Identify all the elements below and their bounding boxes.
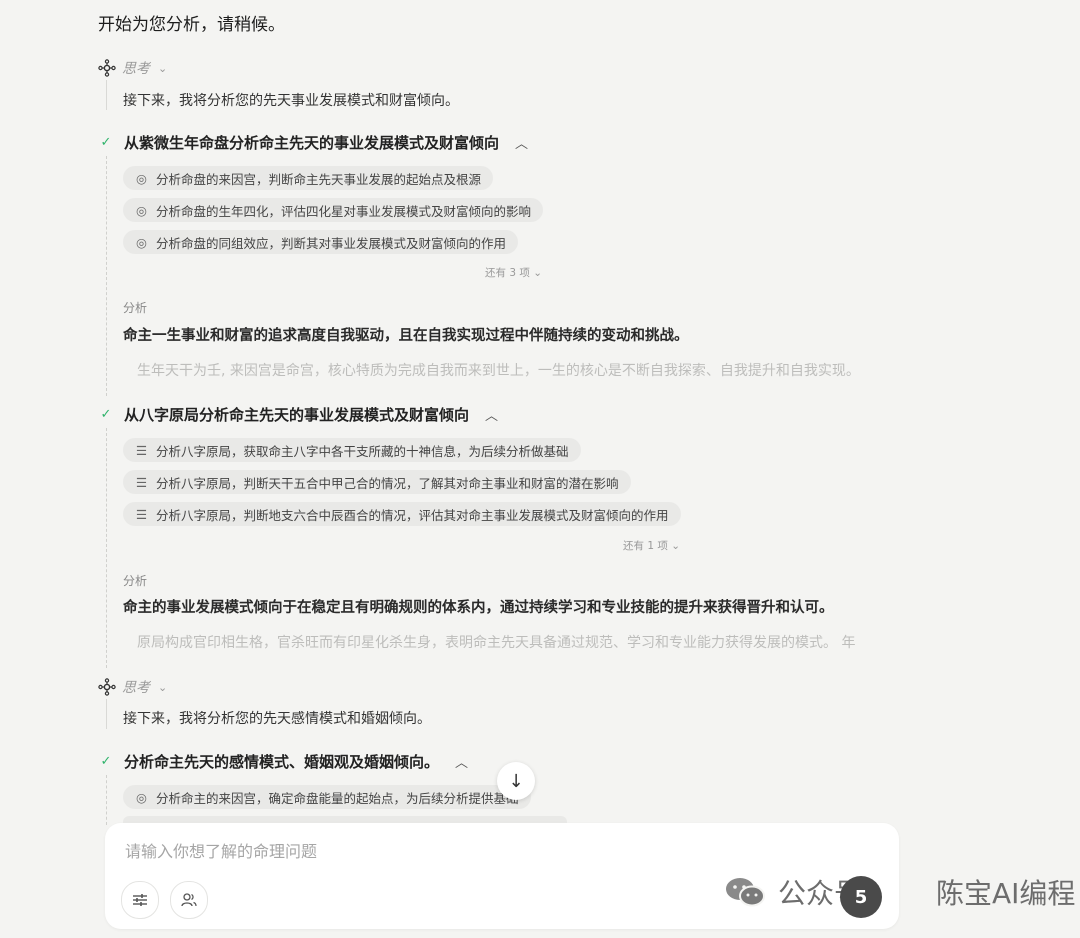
task-label: 分析八字原局，获取命主八字中各干支所藏的十神信息，为后续分析做基础	[156, 443, 569, 459]
settings-button[interactable]	[121, 881, 159, 919]
list-icon: ☰	[135, 442, 148, 458]
show-more-link[interactable]: 还有 3 项 ⌄	[485, 265, 542, 280]
step-title: 从八字原局分析命主先天的事业发展模式及财富倾向	[124, 406, 470, 424]
step-header-2[interactable]: ✓ 从八字原局分析命主先天的事业发展模式及财富倾向 ︿	[98, 404, 498, 425]
branch-node-icon	[98, 678, 116, 696]
list-icon: ☰	[135, 474, 148, 490]
target-icon: ◎	[136, 202, 147, 218]
chevron-down-icon: ⌄	[158, 61, 168, 75]
intro-text: 开始为您分析，请稍候。	[98, 15, 285, 35]
task-label: 分析命主的来因宫，确定命盘能量的起始点，为后续分析提供基础	[156, 790, 519, 806]
divider-line	[106, 775, 107, 825]
check-icon: ✓	[100, 754, 112, 769]
show-more-link[interactable]: 还有 1 项 ⌄	[623, 538, 680, 553]
list-icon: ☰	[135, 506, 148, 522]
step-title: 分析命主先天的感情模式、婚姻观及婚姻倾向。	[124, 753, 440, 771]
task-label: 分析命盘的生年四化，评估四化星对事业发展模式及财富倾向的影响	[156, 203, 532, 219]
think-label: 思考	[122, 680, 150, 696]
task-pill[interactable]: ◎ 分析命盘的生年四化，评估四化星对事业发展模式及财富倾向的影响	[123, 198, 544, 222]
task-pill[interactable]: ☰ 分析八字原局，获取命主八字中各干支所藏的十神信息，为后续分析做基础	[123, 438, 581, 462]
wechat-icon	[726, 878, 765, 907]
analysis-detail: 生年天干为壬, 来因宫是命宫，核心特质为完成自我而来到世上，一生的核心是不断自我…	[137, 363, 860, 379]
watermark-badge: 5	[840, 876, 882, 918]
analysis-label: 分析	[123, 301, 148, 315]
task-pill[interactable]: ☰ 分析八字原局，判断地支六合中辰酉合的情况，评估其对命主事业发展模式及财富倾向…	[123, 502, 681, 526]
chevron-down-icon: ⌄	[158, 680, 168, 694]
chevron-down-icon: ⌄	[671, 540, 681, 552]
people-icon	[181, 893, 197, 907]
arrow-down-icon: ↓	[508, 770, 524, 792]
watermark: 公众号 陈宝AI编程	[724, 872, 1075, 912]
check-icon: ✓	[100, 407, 112, 422]
divider-line	[106, 156, 107, 396]
task-label: 分析命盘的同组效应，判断其对事业发展模式及财富倾向的作用	[156, 235, 507, 251]
divider-line	[106, 699, 107, 729]
task-pill[interactable]: ☰ 分析八字原局，判断天干五合中甲己合的情况，了解其对命主事业和财富的潜在影响	[123, 470, 631, 494]
step-header-1[interactable]: ✓ 从紫微生年命盘分析命主先天的事业发展模式及财富倾向 ︿	[98, 132, 528, 153]
step-title: 从紫微生年命盘分析命主先天的事业发展模式及财富倾向	[124, 134, 500, 152]
target-icon: ◎	[136, 234, 147, 250]
chevron-up-icon: ︿	[455, 756, 469, 771]
show-more-label: 还有 1 项	[623, 540, 668, 552]
analysis-summary: 命主的事业发展模式倾向于在稳定且有明确规则的体系内，通过持续学习和专业技能的提升…	[123, 600, 834, 616]
chevron-down-icon: ⌄	[533, 267, 543, 279]
scroll-down-button[interactable]: ↓	[497, 762, 535, 800]
task-pill[interactable]: ◎ 分析命盘的来因宫，判断命主先天事业发展的起始点及根源	[123, 166, 494, 190]
think-text-1: 接下来，我将分析您的先天事业发展模式和财富倾向。	[123, 93, 459, 109]
think-text-2: 接下来，我将分析您的先天感情模式和婚姻倾向。	[123, 711, 431, 727]
task-pill[interactable]: ◎ 分析命盘的同组效应，判断其对事业发展模式及财富倾向的作用	[123, 230, 519, 254]
task-label: 分析八字原局，判断天干五合中甲己合的情况，了解其对命主事业和财富的潜在影响	[156, 475, 619, 491]
think-toggle-1[interactable]: 思考 ⌄	[98, 58, 167, 78]
check-icon: ✓	[100, 135, 112, 150]
think-toggle-2[interactable]: 思考 ⌄	[98, 677, 167, 697]
branch-node-icon	[98, 59, 116, 77]
sliders-icon	[133, 894, 147, 906]
target-icon: ◎	[136, 170, 147, 186]
chevron-up-icon: ︿	[515, 137, 529, 152]
task-label: 分析八字原局，判断地支六合中辰酉合的情况，评估其对命主事业发展模式及财富倾向的作…	[156, 507, 669, 523]
analysis-label: 分析	[123, 574, 148, 588]
task-pill[interactable]: ◎ 分析命主的来因宫，确定命盘能量的起始点，为后续分析提供基础	[123, 785, 531, 809]
chevron-up-icon: ︿	[485, 409, 499, 424]
analysis-summary: 命主一生事业和财富的追求高度自我驱动，且在自我实现过程中伴随持续的变动和挑战。	[123, 328, 689, 344]
analysis-detail: 原局构成官印相生格，官杀旺而有印星化杀生身，表明命主先天具备通过规范、学习和专业…	[137, 635, 856, 651]
divider-line	[106, 428, 107, 668]
step-header-3[interactable]: ✓ 分析命主先天的感情模式、婚姻观及婚姻倾向。 ︿	[98, 751, 468, 772]
people-button[interactable]	[170, 881, 208, 919]
show-more-label: 还有 3 项	[485, 267, 530, 279]
divider-line	[106, 80, 107, 110]
chat-input-placeholder[interactable]: 请输入你想了解的命理问题	[125, 838, 317, 862]
think-label: 思考	[122, 61, 150, 77]
watermark-text-2: 陈宝AI编程	[936, 877, 1076, 910]
target-icon: ◎	[136, 789, 147, 805]
task-label: 分析命盘的来因宫，判断命主先天事业发展的起始点及根源	[156, 171, 482, 187]
